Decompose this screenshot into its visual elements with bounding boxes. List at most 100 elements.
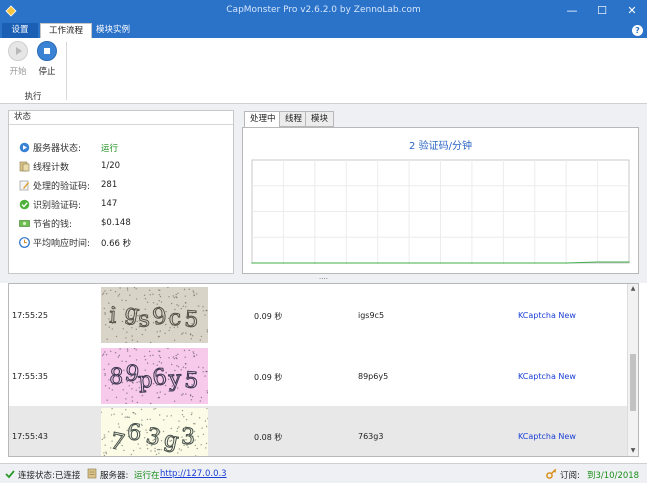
vertical-scrollbar[interactable]: ▲ ▼ — [627, 284, 638, 456]
captcha-noise — [104, 351, 106, 353]
captcha-noise — [157, 397, 160, 399]
captcha-noise — [159, 295, 162, 298]
captcha-noise — [181, 414, 184, 416]
captcha-noise — [180, 308, 182, 310]
tab-modules[interactable]: 模块 — [305, 111, 335, 127]
module-link[interactable]: KCaptcha New — [518, 311, 576, 320]
status-value: 281 — [101, 180, 118, 190]
captcha-noise — [146, 301, 149, 303]
key-icon — [546, 468, 557, 479]
captcha-noise — [128, 416, 131, 419]
captcha-noise — [145, 455, 146, 456]
captcha-noise — [188, 349, 190, 351]
captcha-noise — [198, 417, 201, 419]
captcha-noise — [104, 290, 106, 292]
captcha-noise — [192, 351, 194, 353]
connection-status: 连接状态:已连接 — [18, 471, 81, 481]
captcha-noise — [177, 353, 179, 355]
captcha-noise — [171, 302, 173, 305]
captcha-noise — [135, 359, 138, 361]
captcha-noise — [110, 289, 112, 291]
captcha-noise — [205, 309, 207, 312]
tab-workflow[interactable]: 工作流程 — [40, 23, 93, 38]
check-icon — [19, 199, 30, 210]
captcha-noise — [152, 302, 155, 304]
captcha-noise — [200, 396, 203, 399]
captcha-noise — [183, 349, 186, 352]
tab-settings[interactable]: 设置 — [2, 23, 38, 38]
captcha-noise — [104, 385, 107, 387]
captcha-noise — [175, 296, 177, 298]
server-url-link[interactable]: http://127.0.0.3 — [160, 469, 227, 479]
captcha-noise — [106, 399, 108, 401]
captcha-noise — [102, 354, 104, 357]
captcha-noise — [159, 414, 161, 416]
status-value: 运行 — [101, 144, 119, 154]
captcha-noise — [110, 350, 112, 352]
splitter-handle[interactable]: .... — [0, 274, 647, 283]
table-row[interactable]: 17:55:35 89p6y5 0.09 秒 89p6y5 KCaptcha N… — [9, 346, 629, 406]
data-point — [471, 262, 473, 264]
status-value: 0.66 秒 — [101, 239, 132, 249]
captcha-noise — [115, 335, 118, 338]
captcha-noise — [144, 359, 147, 361]
captcha-noise — [103, 437, 105, 439]
stop-button[interactable]: 停止 — [34, 41, 60, 77]
captcha-noise — [132, 411, 134, 414]
captcha-noise — [121, 413, 123, 415]
tab-module-instances[interactable]: 模块实例 — [88, 23, 138, 38]
captcha-noise — [197, 305, 200, 307]
captcha-noise — [149, 418, 151, 421]
stop-icon — [37, 41, 57, 61]
captcha-noise — [160, 301, 163, 303]
captcha-noise — [104, 312, 106, 314]
minimize-button[interactable]: — — [557, 0, 587, 22]
tab-threads[interactable]: 线程 — [279, 111, 309, 127]
table-row[interactable]: 17:55:43 763g3 0.08 秒 763g3 KCaptcha New — [9, 406, 629, 456]
captcha-noise — [168, 357, 170, 359]
status-row-server: 服务器状态: 运行 — [19, 141, 229, 155]
captcha-noise — [145, 429, 147, 431]
maximize-button[interactable]: ☐ — [587, 0, 617, 22]
captcha-noise — [114, 352, 117, 354]
captcha-noise — [156, 331, 158, 333]
captcha-noise — [191, 396, 194, 398]
captcha-noise — [190, 338, 193, 340]
help-icon[interactable]: ? — [632, 25, 643, 36]
captcha-noise — [205, 370, 207, 373]
captcha-noise — [201, 427, 203, 429]
table-row[interactable]: 17:55:25 igs9c5 0.09 秒 igs9c5 KCaptcha N… — [9, 285, 629, 345]
captcha-noise — [199, 339, 201, 341]
scroll-up-icon[interactable]: ▲ — [628, 284, 638, 294]
answer-cell: 89p6y5 — [358, 372, 389, 381]
captcha-glyph: 3 — [181, 425, 195, 450]
status-label: 线程计数 — [33, 163, 70, 173]
captcha-noise — [158, 350, 160, 352]
captcha-noise — [197, 366, 200, 368]
captcha-noise — [104, 436, 106, 438]
captcha-noise — [184, 295, 186, 297]
scroll-thumb[interactable] — [630, 354, 636, 411]
captcha-noise — [152, 363, 155, 365]
close-button[interactable]: ✕ — [617, 0, 647, 22]
captcha-noise — [132, 449, 135, 452]
play-icon — [8, 41, 28, 61]
captcha-noise — [156, 392, 158, 394]
captcha-noise — [126, 331, 128, 333]
captcha-noise — [143, 294, 146, 296]
start-button[interactable]: 开始 — [5, 41, 31, 77]
captcha-noise — [158, 361, 160, 363]
module-link[interactable]: KCaptcha New — [518, 432, 576, 441]
captcha-noise — [129, 355, 131, 357]
data-point — [565, 262, 567, 264]
captcha-noise — [159, 330, 161, 332]
captcha-noise — [126, 350, 129, 352]
scroll-down-icon[interactable]: ▼ — [628, 446, 638, 456]
window-title: CapMonster Pro v2.6.2.0 by ZennoLab.com — [226, 5, 421, 15]
module-link[interactable]: KCaptcha New — [518, 372, 576, 381]
captcha-noise — [191, 335, 194, 337]
captcha-noise — [197, 435, 199, 438]
status-label: 服务器状态: — [33, 144, 82, 154]
captcha-noise — [143, 355, 146, 357]
tab-processing[interactable]: 处理中 — [244, 111, 282, 128]
